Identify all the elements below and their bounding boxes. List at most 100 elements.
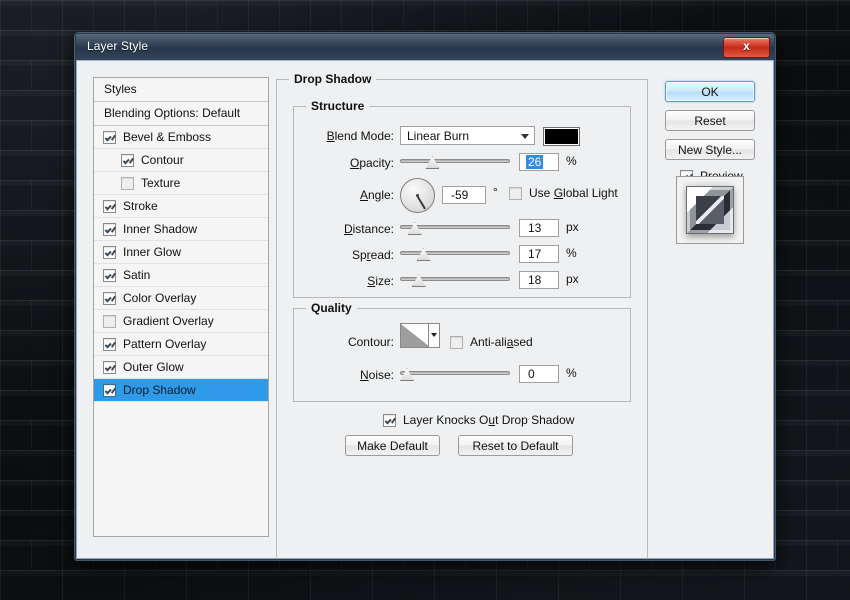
drop-shadow-column: Drop Shadow Structure Blend Mode: Linear…	[270, 69, 654, 551]
close-button[interactable]: x	[723, 37, 770, 58]
size-input[interactable]: 18	[519, 271, 559, 289]
actions-column: OK Reset New Style... Preview	[654, 69, 766, 551]
effect-label: Outer Glow	[123, 356, 184, 378]
effect-label: Color Overlay	[123, 287, 196, 309]
ok-button[interactable]: OK	[665, 81, 755, 102]
effect-checkbox[interactable]	[121, 177, 134, 190]
effect-label: Pattern Overlay	[123, 333, 206, 355]
angle-input[interactable]: -59	[442, 186, 486, 204]
anti-aliased-label: Anti-aliased	[470, 335, 533, 349]
spread-unit: %	[566, 246, 577, 260]
noise-input[interactable]: 0	[519, 365, 559, 383]
drop-shadow-group: Drop Shadow Structure Blend Mode: Linear…	[276, 79, 648, 560]
contour-swatch[interactable]	[400, 323, 440, 348]
contour-curve-icon	[401, 324, 430, 347]
styles-column: Styles Blending Options: Default Bevel &…	[84, 69, 270, 551]
layer-knockout-check-icon	[383, 414, 396, 427]
reset-button[interactable]: Reset	[665, 110, 755, 131]
layer-knockout-checkbox[interactable]: Layer Knocks Out Drop Shadow	[383, 413, 574, 427]
effect-checkbox[interactable]	[103, 223, 116, 236]
styles-list-panel: Styles Blending Options: Default Bevel &…	[93, 77, 269, 537]
noise-label: Noise:	[289, 368, 394, 382]
use-global-light-check-icon	[509, 187, 522, 200]
size-unit: px	[566, 272, 579, 286]
opacity-value: 26	[526, 155, 543, 169]
blending-options-row[interactable]: Blending Options: Default	[94, 102, 268, 126]
structure-group: Structure Blend Mode: Linear Burn Opacit…	[293, 106, 631, 298]
use-global-light-checkbox[interactable]: Use Global Light	[509, 186, 618, 200]
effect-label: Bevel & Emboss	[123, 126, 211, 148]
effect-checkbox[interactable]	[103, 131, 116, 144]
effect-label: Contour	[141, 149, 184, 171]
make-default-label: Make Default	[346, 436, 439, 456]
anti-aliased-check-icon	[450, 336, 463, 349]
effect-row[interactable]: Outer Glow	[94, 356, 268, 379]
effects-list: Bevel & EmbossContourTextureStrokeInner …	[94, 126, 268, 402]
opacity-slider-track	[400, 159, 510, 163]
style-preview-thumbnail	[676, 176, 744, 244]
effect-row[interactable]: Satin	[94, 264, 268, 287]
effect-checkbox[interactable]	[103, 200, 116, 213]
opacity-unit: %	[566, 154, 577, 168]
shadow-color-swatch[interactable]	[543, 127, 580, 146]
effect-checkbox[interactable]	[103, 315, 116, 328]
effect-checkbox[interactable]	[103, 246, 116, 259]
spread-slider[interactable]	[400, 246, 510, 260]
opacity-input[interactable]: 26	[519, 153, 559, 171]
title-bar-gloss	[76, 34, 774, 47]
noise-value: 0	[528, 367, 535, 381]
contour-dropdown-arrow-icon[interactable]	[428, 324, 439, 347]
reset-to-default-button[interactable]: Reset to Default	[458, 435, 573, 456]
layer-knockout-label: Layer Knocks Out Drop Shadow	[403, 413, 574, 427]
new-style-label: New Style...	[666, 140, 754, 160]
opacity-label: Opacity:	[289, 156, 394, 170]
angle-dial-hub	[416, 194, 419, 197]
effect-row[interactable]: Color Overlay	[94, 287, 268, 310]
size-slider[interactable]	[400, 272, 510, 286]
anti-aliased-checkbox[interactable]: Anti-aliased	[450, 335, 533, 349]
effect-row[interactable]: Stroke	[94, 195, 268, 218]
effect-label: Inner Shadow	[123, 218, 197, 240]
effect-checkbox[interactable]	[121, 154, 134, 167]
noise-unit: %	[566, 366, 577, 380]
distance-input[interactable]: 13	[519, 219, 559, 237]
spread-slider-track	[400, 251, 510, 255]
noise-slider[interactable]	[400, 366, 510, 380]
blend-mode-value: Linear Burn	[407, 129, 469, 143]
angle-label: Angle:	[289, 188, 394, 202]
spread-value: 17	[528, 247, 541, 261]
noise-slider-track	[400, 371, 510, 375]
effect-checkbox[interactable]	[103, 384, 116, 397]
angle-dial[interactable]	[400, 178, 435, 213]
blend-mode-combo[interactable]: Linear Burn	[400, 126, 535, 145]
opacity-slider[interactable]	[400, 154, 510, 168]
effect-checkbox[interactable]	[103, 338, 116, 351]
distance-slider[interactable]	[400, 220, 510, 234]
new-style-button[interactable]: New Style...	[665, 139, 755, 160]
effect-checkbox[interactable]	[103, 292, 116, 305]
effect-row[interactable]: Inner Glow	[94, 241, 268, 264]
structure-group-title: Structure	[306, 99, 369, 113]
effect-label: Satin	[123, 264, 150, 286]
effect-checkbox[interactable]	[103, 269, 116, 282]
reset-to-default-label: Reset to Default	[459, 436, 572, 456]
spread-input[interactable]: 17	[519, 245, 559, 263]
dialog-body: Styles Blending Options: Default Bevel &…	[76, 60, 774, 559]
spread-label: Spread:	[289, 248, 394, 262]
use-global-light-label: Use Global Light	[529, 186, 618, 200]
blend-mode-label: Blend Mode:	[289, 129, 394, 143]
effect-row[interactable]: Bevel & Emboss	[94, 126, 268, 149]
effect-row[interactable]: Texture	[94, 172, 268, 195]
size-value: 18	[528, 273, 541, 287]
effect-row[interactable]: Contour	[94, 149, 268, 172]
angle-unit: °	[493, 185, 498, 199]
distance-unit: px	[566, 220, 579, 234]
layer-style-dialog: Layer Style x Styles Blending Options: D…	[75, 33, 775, 560]
make-default-button[interactable]: Make Default	[345, 435, 440, 456]
effect-checkbox[interactable]	[103, 361, 116, 374]
effect-row[interactable]: Gradient Overlay	[94, 310, 268, 333]
effect-row[interactable]: Drop Shadow	[94, 379, 268, 402]
effect-row[interactable]: Inner Shadow	[94, 218, 268, 241]
effect-row[interactable]: Pattern Overlay	[94, 333, 268, 356]
reset-label: Reset	[666, 111, 754, 131]
